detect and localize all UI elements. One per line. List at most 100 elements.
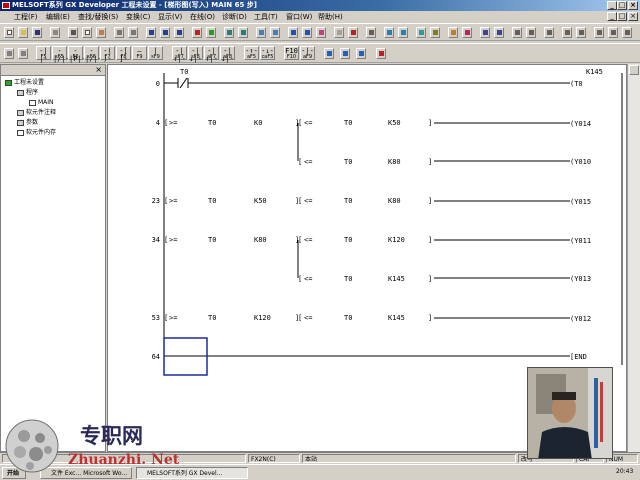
fkey-f8[interactable]: -[ ]- F8	[116, 46, 131, 63]
fkey-af8[interactable]: -|↓|- aF8	[220, 46, 235, 63]
sfc-select-icon[interactable]	[594, 27, 604, 38]
paste-icon[interactable]	[96, 27, 106, 38]
undo-icon[interactable]	[114, 27, 124, 38]
doc-close-button[interactable]: ×	[628, 12, 638, 21]
sfc-jump-icon[interactable]	[544, 27, 554, 38]
sfc-edit-icon[interactable]	[512, 27, 522, 38]
sfc-transition-icon[interactable]	[526, 27, 536, 38]
tree-item-main[interactable]: MAIN	[29, 99, 54, 107]
save-icon[interactable]	[32, 27, 42, 38]
zoom-out-icon[interactable]	[238, 27, 248, 38]
monitor-mode-icon[interactable]	[256, 27, 266, 38]
fkey-caf5[interactable]: -↓- caF5	[260, 46, 275, 60]
sfc-merge-icon[interactable]	[608, 27, 618, 38]
entry-data-monitor-icon[interactable]	[398, 27, 408, 38]
scroll-up-button[interactable]	[629, 65, 639, 75]
compare-bracket: [	[298, 197, 302, 205]
doc-minimize-button[interactable]: _	[607, 12, 617, 21]
print-icon[interactable]	[50, 27, 60, 38]
comment-view-icon[interactable]	[316, 27, 326, 38]
write-plc-icon[interactable]	[192, 27, 202, 38]
open-project-icon[interactable]	[18, 27, 28, 38]
ladder-view-icon[interactable]	[288, 27, 298, 38]
maximize-button[interactable]: □	[617, 1, 627, 10]
ladder-monitor-icon[interactable]	[384, 27, 394, 38]
device-list-icon[interactable]	[18, 48, 28, 59]
fkey-label: F5	[40, 54, 47, 60]
parameter-icon[interactable]	[448, 27, 458, 38]
find-instruction-icon[interactable]	[160, 27, 170, 38]
ladder-note-icon[interactable]	[356, 48, 366, 59]
fkey-af5[interactable]: -↑- aF5	[244, 46, 259, 60]
compare-operand: K50	[254, 197, 267, 205]
ladder-comment-icon[interactable]	[324, 48, 334, 59]
ladder-alias-icon[interactable]	[376, 48, 386, 59]
fkey-f10[interactable]: F10 F10	[284, 46, 299, 60]
menu-view[interactable]: 显示(V)	[158, 12, 182, 22]
menu-online[interactable]: 在线(O)	[190, 12, 215, 22]
tree-root[interactable]: 工程未设置	[5, 79, 44, 87]
tree-item-program[interactable]: 程序	[17, 89, 38, 97]
tree-toggle-icon[interactable]	[4, 48, 14, 59]
redo-icon[interactable]	[128, 27, 138, 38]
vertical-scrollbar[interactable]	[627, 64, 640, 452]
fkey-sf6[interactable]: -|/|- sF6	[84, 46, 102, 63]
tree-item-device-comment[interactable]: 软元件注释	[17, 109, 56, 117]
compare-bracket: [	[164, 119, 168, 127]
sfc-icon[interactable]	[462, 27, 472, 38]
read-mode-icon[interactable]	[334, 27, 344, 38]
menu-project[interactable]: 工程(F)	[14, 12, 38, 22]
step-icon[interactable]	[494, 27, 504, 38]
copy-icon[interactable]	[82, 27, 92, 38]
cut-icon[interactable]	[68, 27, 78, 38]
close-button[interactable]: ×	[628, 1, 638, 10]
monitor-write-icon[interactable]	[270, 27, 280, 38]
minimize-button[interactable]: _	[607, 1, 617, 10]
tree-item-parameter[interactable]: 参数	[17, 119, 38, 127]
sfc-end-icon[interactable]	[622, 27, 632, 38]
fkey-sf8[interactable]: -|↓|- sF8	[188, 46, 203, 63]
panel-close-icon[interactable]: ×	[95, 65, 102, 75]
sfc-branch-icon[interactable]	[562, 27, 572, 38]
zoom-in-icon[interactable]	[224, 27, 234, 38]
taskbar-clock: 20:43	[616, 468, 634, 475]
menu-convert[interactable]: 变换(C)	[126, 12, 150, 22]
menu-tools[interactable]: 工具(T)	[254, 12, 278, 22]
menu-help[interactable]: 帮助(H)	[318, 12, 343, 22]
transfer-setup-icon[interactable]	[430, 27, 440, 38]
compare-operand: K0	[254, 119, 262, 127]
find-device-icon[interactable]	[146, 27, 156, 38]
folder-icon	[17, 89, 24, 96]
list-view-icon[interactable]	[302, 27, 312, 38]
menu-find-replace[interactable]: 查找/替换(S)	[78, 12, 118, 22]
read-plc-icon[interactable]	[206, 27, 216, 38]
compare-operand: K120	[388, 236, 405, 244]
fkey-sf7[interactable]: -|↑|- sF7	[172, 46, 187, 63]
fkey-sf5[interactable]: -|/|- sF5	[52, 46, 70, 63]
write-mode-icon[interactable]	[348, 27, 358, 38]
fkey-f5[interactable]: -| |- F5	[36, 46, 51, 63]
find-step-icon[interactable]	[174, 27, 184, 38]
menu-diagnose[interactable]: 诊断(D)	[222, 12, 247, 22]
program-check-icon[interactable]	[416, 27, 426, 38]
project-icon	[5, 79, 12, 86]
presenter-video	[528, 368, 612, 458]
block-icon[interactable]	[480, 27, 490, 38]
fkey-f6[interactable]: -|P|- F6	[68, 46, 86, 63]
tree-item-device-memory[interactable]: 软元件内存	[17, 129, 56, 137]
fkey-sf9[interactable]: | sF9	[148, 46, 163, 60]
doc-restore-button[interactable]: □	[617, 12, 627, 21]
menu-edit[interactable]: 编辑(E)	[46, 12, 70, 22]
menu-window[interactable]: 窗口(W)	[286, 12, 312, 22]
fkey-af9[interactable]: -|- aF9	[300, 46, 315, 60]
fkey-f9[interactable]: — F9	[132, 46, 147, 60]
new-project-icon[interactable]	[4, 27, 14, 38]
title-bar: MELSOFT系列 GX Developer 工程未设置 - [梯形图(写入) …	[0, 0, 640, 11]
ladder-statement-icon[interactable]	[340, 48, 350, 59]
compare-bracket: [	[298, 275, 302, 283]
compare-operator: >=	[169, 236, 177, 244]
sfc-parallel-icon[interactable]	[576, 27, 586, 38]
fkey-af7[interactable]: -|↑|- aF7	[204, 46, 219, 63]
fkey-f7[interactable]: -( )- F7	[100, 46, 115, 63]
device-batch-icon[interactable]	[366, 27, 376, 38]
